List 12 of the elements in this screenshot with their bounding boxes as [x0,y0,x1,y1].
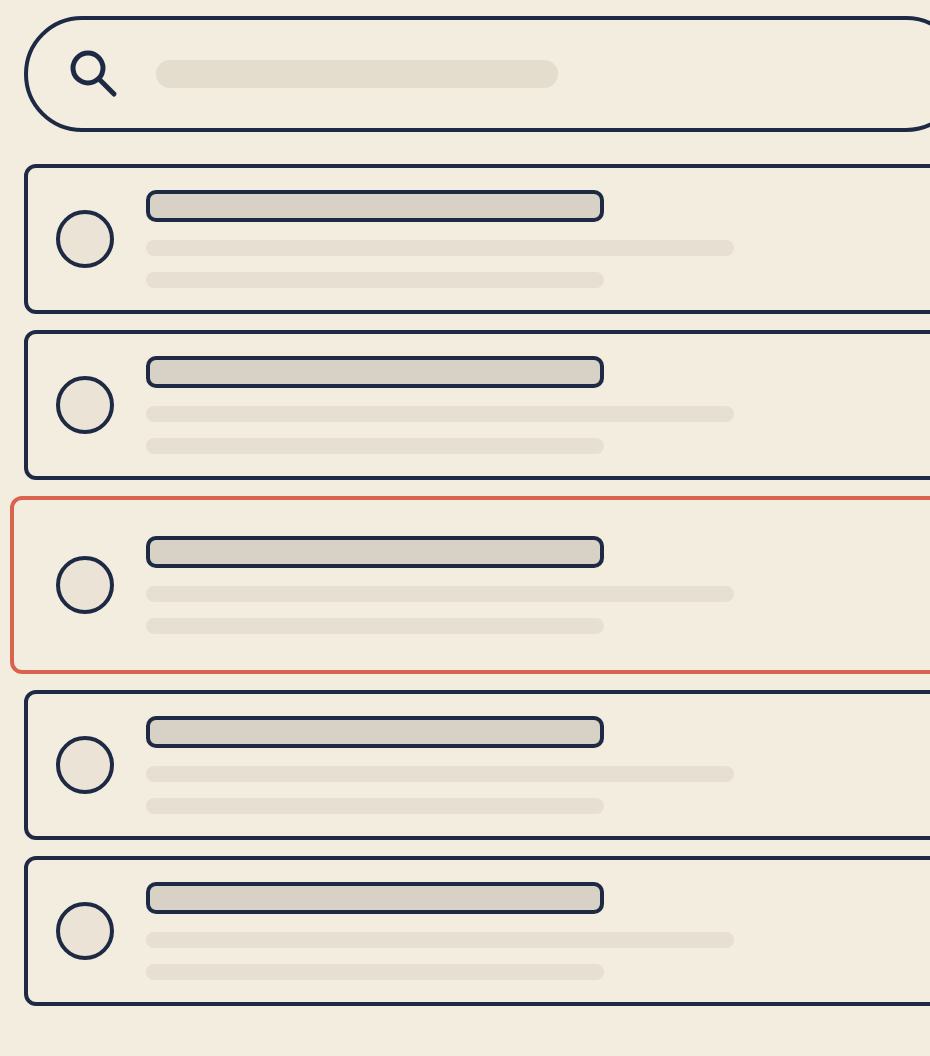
search-field[interactable] [24,16,930,132]
avatar-circle [56,902,114,960]
list-card[interactable] [24,164,930,314]
avatar-circle [56,736,114,794]
list-card[interactable] [24,330,930,480]
list-card[interactable] [24,856,930,1006]
avatar-circle [56,376,114,434]
avatar-circle [56,556,114,614]
list-card[interactable] [10,496,930,674]
avatar-circle [56,210,114,268]
search-icon [68,48,120,100]
list-card[interactable] [24,690,930,840]
